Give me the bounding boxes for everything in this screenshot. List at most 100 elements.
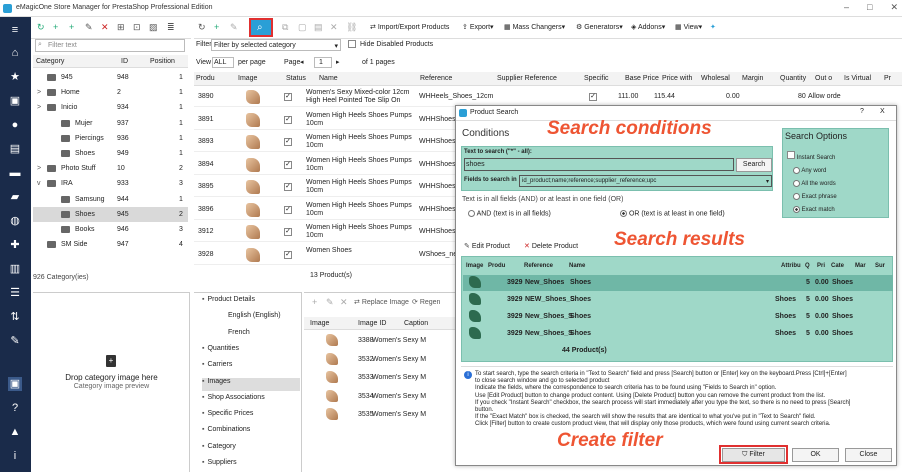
table-row[interactable]: 3895 ✓ Women High Heels Shoes Pumps 10cm WH… <box>194 177 467 197</box>
all-words-radio[interactable]: All the words <box>793 180 836 187</box>
result-row[interactable]: 3929 New_Shoes_S Shoes Shoes 5 0.00 Shoes <box>463 326 893 342</box>
add-product-icon[interactable]: + <box>214 22 219 33</box>
search-button[interactable]: Search <box>736 158 772 172</box>
help-icon[interactable]: ? <box>8 401 22 415</box>
copy-icon[interactable]: ⧉ <box>282 22 288 33</box>
sliders-icon[interactable]: ☰ <box>8 286 22 300</box>
result-col-header[interactable]: Sur <box>875 263 885 269</box>
per-page-select[interactable]: ALL <box>212 57 234 68</box>
category-row[interactable]: SM Side 947 4 <box>33 237 188 252</box>
grid-col-header[interactable]: Margin <box>742 75 763 82</box>
filter-button[interactable]: ⛉ Filter <box>722 448 785 462</box>
link-icon[interactable]: ⛓ <box>346 22 357 33</box>
grid-col-header[interactable]: Reference <box>420 75 452 82</box>
result-row[interactable]: 3929 New_Shoes Shoes 5 0.00 Shoes <box>463 275 893 291</box>
expand-toggle-icon[interactable]: > <box>37 100 41 115</box>
text-to-search-input[interactable]: shoes <box>464 158 734 171</box>
wrench-icon[interactable]: ✎ <box>8 334 22 348</box>
close-icon[interactable]: ✕ <box>890 2 898 13</box>
addons-button[interactable]: ◈ Addons▾ <box>631 23 665 31</box>
category-row[interactable]: Shoes 945 2 <box>33 206 188 222</box>
replace-image-button[interactable]: ⇄ Replace Image <box>354 298 409 306</box>
sync-icon[interactable]: ⇅ <box>8 310 22 324</box>
regenerate-button[interactable]: ⟳ Regen <box>412 298 440 306</box>
message-icon[interactable]: ▬ <box>8 166 22 180</box>
detail-tab-10[interactable]: ▪ Suppliers <box>202 459 300 472</box>
category-row[interactable]: > Home 2 1 <box>33 85 188 100</box>
table-row[interactable]: 3890 ✓ Women's Sexy Mixed-color 12cm High … <box>194 87 493 107</box>
grid-col-header[interactable]: Pr <box>884 75 891 82</box>
specific-checkbox[interactable]: ✓ <box>589 93 597 101</box>
star-icon[interactable]: ★ <box>8 70 22 84</box>
result-col-header[interactable]: Attribu <box>781 263 801 269</box>
table-row[interactable]: 3928 ✓ Women Shoes WShoes_new <box>194 245 464 265</box>
grid-col-header[interactable]: Quantity <box>780 75 806 82</box>
category-row[interactable]: Mujer 937 1 <box>33 116 188 131</box>
dialog-close-icon[interactable]: X <box>880 108 885 115</box>
settings-icon[interactable]: ✦ <box>710 23 716 31</box>
home-icon[interactable]: ⌂ <box>8 46 22 60</box>
category-row[interactable]: > Inicio 934 1 <box>33 100 188 115</box>
or-radio[interactable]: OR (text is at least in one field) <box>620 210 725 217</box>
grid-col-header[interactable]: Wholesal <box>701 75 730 82</box>
image-row[interactable]: 3533 Women's Sexy M <box>304 370 464 386</box>
result-col-header[interactable]: Cate <box>831 263 844 269</box>
mass-changers-button[interactable]: ▦ Mass Changers▾ <box>504 23 565 31</box>
and-radio[interactable]: AND (text is in all fields) <box>468 210 551 217</box>
status-checkbox[interactable]: ✓ <box>284 228 292 236</box>
import-export-button[interactable]: ⇄ Import/Export Products <box>370 23 449 31</box>
image-row[interactable]: 3532 Women's Sexy M <box>304 352 464 368</box>
fields-to-search-select[interactable]: id_product;name;reference;supplier_refer… <box>519 175 772 187</box>
status-checkbox[interactable]: ✓ <box>284 183 292 191</box>
edit-product-button[interactable]: ✎ Edit Product <box>464 242 510 250</box>
category-filter-input[interactable]: ⌕ Filter text <box>35 39 185 52</box>
result-col-header[interactable]: Q <box>805 263 810 269</box>
chart-icon[interactable]: ▥ <box>8 262 22 276</box>
print-icon[interactable]: ▤ <box>314 22 323 33</box>
detail-tab-9[interactable]: ▪ Category <box>202 443 300 456</box>
expand-toggle-icon[interactable]: > <box>37 161 41 176</box>
grid-col-header[interactable]: Produ <box>196 75 215 82</box>
detail-tab-0[interactable]: ▪ Product Details <box>202 296 300 309</box>
result-row[interactable]: 3929 NEW_Shoes_S Shoes Shoes 5 0.00 Shoes <box>463 292 893 308</box>
delete-product-icon[interactable]: ✕ <box>330 22 338 33</box>
products-icon[interactable]: ▣ <box>8 377 22 391</box>
user-icon[interactable]: ● <box>8 118 22 132</box>
category-row[interactable]: Shoes 949 1 <box>33 146 188 161</box>
delete-image-icon[interactable]: ✕ <box>340 297 348 308</box>
detail-tab-5[interactable]: ▪ Images <box>202 377 300 391</box>
store-icon[interactable]: ▣ <box>8 94 22 108</box>
status-checkbox[interactable]: ✓ <box>284 160 292 169</box>
result-col-header[interactable]: Produ <box>488 263 505 269</box>
grid-col-header[interactable]: Name <box>319 75 338 82</box>
status-checkbox[interactable]: ✓ <box>284 115 292 124</box>
add-sub-icon[interactable]: + <box>69 22 74 33</box>
grid-col-header[interactable]: Specific <box>584 75 609 82</box>
exact-match-radio[interactable]: Exact match <box>793 206 835 213</box>
category-row[interactable]: 945 948 1 <box>33 70 188 85</box>
category-row[interactable]: Books 946 3 <box>33 222 188 237</box>
detail-tab-8[interactable]: ▪ Combinations <box>202 426 300 439</box>
grid-col-header[interactable]: Status <box>286 75 306 82</box>
detail-tab-2[interactable]: French <box>228 329 300 342</box>
grid-col-header[interactable]: Price with <box>662 75 692 82</box>
minimize-icon[interactable]: – <box>844 2 849 13</box>
add-icon[interactable]: + <box>53 22 58 33</box>
prev-page-icon[interactable]: ◂ <box>300 58 304 66</box>
instant-search-checkbox[interactable]: Instant Search <box>787 151 835 161</box>
result-col-header[interactable]: Mar <box>855 263 866 269</box>
delete-product-button[interactable]: ✕ Delete Product <box>524 242 578 250</box>
exact-phrase-radio[interactable]: Exact phrase <box>793 193 837 200</box>
result-col-header[interactable]: Image <box>466 263 483 269</box>
detail-tab-3[interactable]: ▪ Quantities <box>202 345 300 358</box>
page-input[interactable]: 1 <box>314 57 332 68</box>
ok-button[interactable]: OK <box>792 448 839 462</box>
hide-disabled-checkbox[interactable] <box>348 40 356 48</box>
product-search-button[interactable]: ⌕ <box>249 18 273 37</box>
edit-product-icon[interactable]: ✎ <box>230 22 238 33</box>
grid-col-header[interactable]: Is Virtual <box>844 75 871 82</box>
result-col-header[interactable]: Name <box>569 263 585 269</box>
category-row[interactable]: v IRA 933 3 <box>33 176 188 191</box>
expand-icon[interactable]: ⊞ <box>117 22 125 33</box>
status-checkbox[interactable]: ✓ <box>284 250 292 259</box>
